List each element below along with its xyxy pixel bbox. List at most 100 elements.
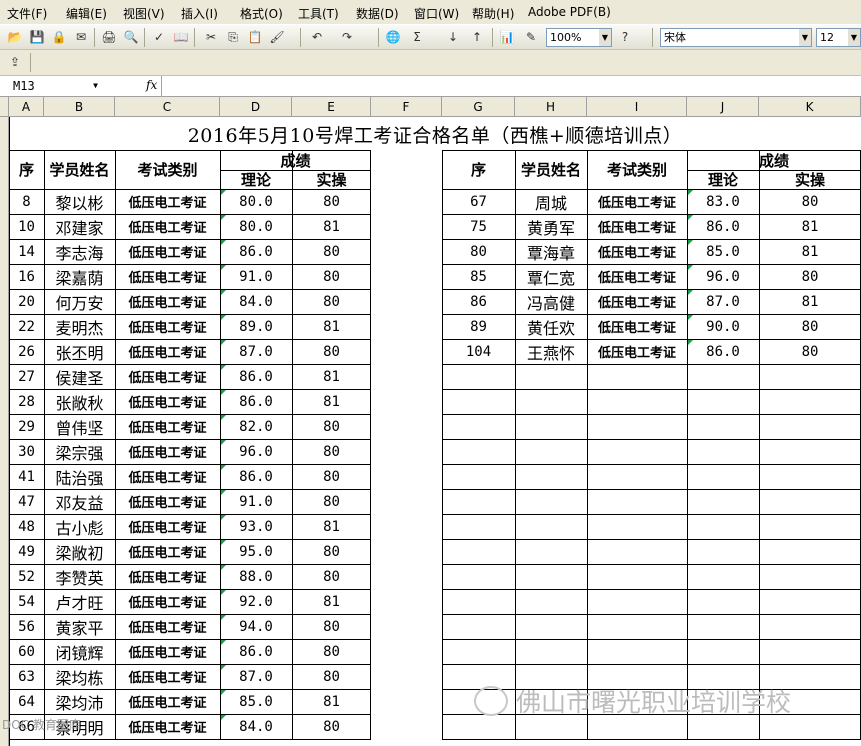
column-header-f[interactable]: F [371, 97, 442, 117]
cell-seq[interactable]: 26 [9, 339, 44, 364]
cell-practice-score[interactable]: 80 [292, 714, 371, 739]
cell-exam-type[interactable]: 低压电工考证 [587, 289, 687, 314]
cell-name[interactable]: 梁均栋 [44, 664, 115, 689]
cell-theory-score[interactable]: 86.0 [220, 239, 292, 264]
cell-exam-type[interactable]: 低压电工考证 [115, 214, 220, 239]
cell-name[interactable]: 邓友益 [44, 489, 115, 514]
cell-practice-score[interactable]: 80 [292, 189, 371, 214]
cell-seq[interactable]: 8 [9, 189, 44, 214]
cell-seq[interactable]: 56 [9, 614, 44, 639]
cell-exam-type[interactable]: 低压电工考证 [115, 689, 220, 714]
cell-name[interactable]: 梁宗强 [44, 439, 115, 464]
cell-exam-type[interactable]: 低压电工考证 [115, 439, 220, 464]
cell-theory-score[interactable]: 87.0 [687, 289, 759, 314]
cell-theory-score[interactable]: 80.0 [220, 214, 292, 239]
cell-seq[interactable]: 80 [442, 239, 515, 264]
cell-theory-score[interactable]: 86.0 [220, 389, 292, 414]
cell-name[interactable]: 覃海章 [515, 239, 587, 264]
column-header-a[interactable]: A [9, 97, 44, 117]
cell-name[interactable]: 曾伟坚 [44, 414, 115, 439]
cell-practice-score[interactable]: 81 [292, 589, 371, 614]
menu-help[interactable]: 帮助(H) [472, 5, 514, 22]
cell-seq[interactable]: 64 [9, 689, 44, 714]
cell-practice-score[interactable]: 80 [759, 189, 861, 214]
cell-theory-score[interactable]: 95.0 [220, 539, 292, 564]
autosum-icon[interactable]: Σ [408, 28, 426, 46]
cell-name[interactable]: 陆治强 [44, 464, 115, 489]
cell-exam-type[interactable]: 低压电工考证 [587, 264, 687, 289]
format-painter-icon[interactable]: 🖌 [268, 28, 286, 46]
paste-icon[interactable]: 📋 [246, 28, 264, 46]
select-all-corner[interactable] [0, 97, 9, 117]
cell-theory-score[interactable]: 82.0 [220, 414, 292, 439]
name-box[interactable]: M13 ▼ [0, 78, 102, 95]
cell-exam-type[interactable]: 低压电工考证 [115, 264, 220, 289]
cell-theory-score[interactable]: 96.0 [687, 264, 759, 289]
cell-practice-score[interactable]: 80 [292, 414, 371, 439]
column-header-i[interactable]: I [587, 97, 687, 117]
cell-seq[interactable]: 22 [9, 314, 44, 339]
cell-exam-type[interactable]: 低压电工考证 [115, 589, 220, 614]
permission-icon[interactable]: 🔒 [50, 28, 68, 46]
cell-exam-type[interactable]: 低压电工考证 [587, 189, 687, 214]
cell-seq[interactable]: 49 [9, 539, 44, 564]
cell-name[interactable]: 梁嘉荫 [44, 264, 115, 289]
cell-practice-score[interactable]: 80 [292, 464, 371, 489]
menu-insert[interactable]: 插入(I) [181, 5, 218, 22]
menu-format[interactable]: 格式(O) [240, 5, 283, 22]
cell-practice-score[interactable]: 81 [292, 514, 371, 539]
cell-exam-type[interactable]: 低压电工考证 [115, 339, 220, 364]
cell-name[interactable]: 王燕怀 [515, 339, 587, 364]
column-header-k[interactable]: K [759, 97, 861, 117]
cell-name[interactable]: 黄任欢 [515, 314, 587, 339]
column-header-j[interactable]: J [687, 97, 759, 117]
drawing-icon[interactable]: ✎ [522, 28, 540, 46]
cell-theory-score[interactable]: 86.0 [220, 364, 292, 389]
cell-exam-type[interactable]: 低压电工考证 [115, 664, 220, 689]
cell-seq[interactable]: 41 [9, 464, 44, 489]
cell-practice-score[interactable]: 81 [292, 364, 371, 389]
cell-practice-score[interactable]: 81 [759, 239, 861, 264]
hyperlink-icon[interactable]: 🌐 [384, 28, 402, 46]
sort-descending-icon[interactable]: ↑ [468, 28, 486, 46]
cell-name[interactable]: 周城 [515, 189, 587, 214]
cell-practice-score[interactable]: 80 [292, 639, 371, 664]
cell-seq[interactable]: 20 [9, 289, 44, 314]
menu-tools[interactable]: 工具(T) [298, 5, 339, 22]
cell-seq[interactable]: 86 [442, 289, 515, 314]
font-size-select[interactable]: 12 ▼ [816, 28, 861, 47]
cell-seq[interactable]: 54 [9, 589, 44, 614]
cell-exam-type[interactable]: 低压电工考证 [115, 614, 220, 639]
cell-practice-score[interactable]: 80 [292, 564, 371, 589]
cell-theory-score[interactable]: 85.0 [687, 239, 759, 264]
cell-seq[interactable]: 67 [442, 189, 515, 214]
cell-practice-score[interactable]: 80 [759, 314, 861, 339]
cell-practice-score[interactable]: 81 [292, 389, 371, 414]
cell-exam-type[interactable]: 低压电工考证 [115, 314, 220, 339]
cell-exam-type[interactable]: 低压电工考证 [115, 489, 220, 514]
cell-exam-type[interactable]: 低压电工考证 [115, 564, 220, 589]
cell-seq[interactable]: 27 [9, 364, 44, 389]
cell-name[interactable]: 冯高健 [515, 289, 587, 314]
column-header-e[interactable]: E [292, 97, 371, 117]
cell-seq[interactable]: 85 [442, 264, 515, 289]
cell-name[interactable]: 张敞秋 [44, 389, 115, 414]
cell-exam-type[interactable]: 低压电工考证 [115, 639, 220, 664]
redo-icon[interactable]: ↷ [338, 28, 356, 46]
cell-exam-type[interactable]: 低压电工考证 [115, 289, 220, 314]
cell-name[interactable]: 李赞英 [44, 564, 115, 589]
print-icon[interactable]: 🖨 [100, 28, 118, 46]
cell-name[interactable]: 黎以彬 [44, 189, 115, 214]
cell-theory-score[interactable]: 86.0 [687, 214, 759, 239]
cell-practice-score[interactable]: 80 [292, 289, 371, 314]
cell-seq[interactable]: 14 [9, 239, 44, 264]
cell-practice-score[interactable]: 81 [292, 314, 371, 339]
cell-name[interactable]: 覃仁宽 [515, 264, 587, 289]
menu-data[interactable]: 数据(D) [356, 5, 399, 22]
chart-wizard-icon[interactable]: 📊 [498, 28, 516, 46]
menu-window[interactable]: 窗口(W) [414, 5, 459, 22]
cell-name[interactable]: 梁敞初 [44, 539, 115, 564]
cell-exam-type[interactable]: 低压电工考证 [115, 189, 220, 214]
cell-name[interactable]: 邓建家 [44, 214, 115, 239]
column-header-b[interactable]: B [44, 97, 115, 117]
